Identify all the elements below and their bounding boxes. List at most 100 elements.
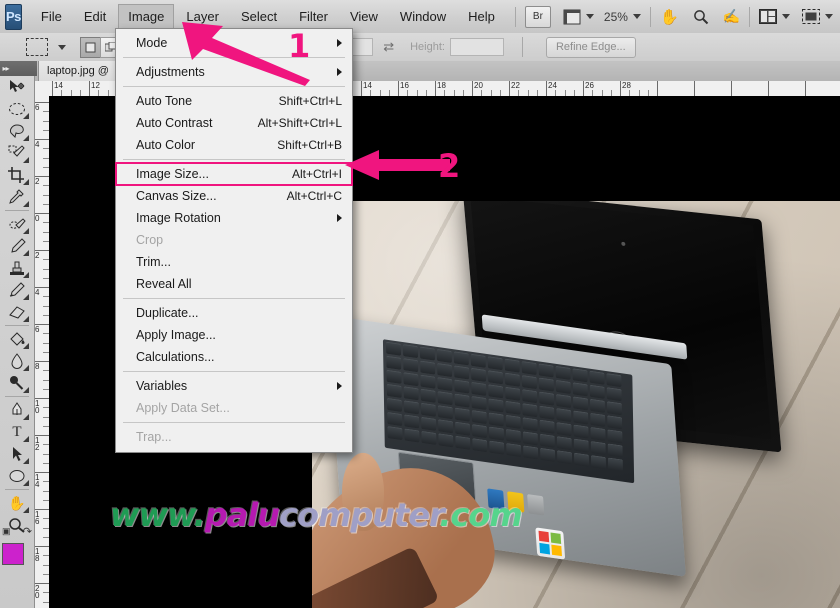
ruler-label: 14 (54, 81, 63, 90)
ruler-label: 12 (91, 81, 100, 90)
menu-item-trim[interactable]: Trim... (116, 251, 352, 273)
crop-tool-icon[interactable] (4, 164, 30, 186)
ruler-label: 12 (35, 436, 40, 452)
view-extras-icon[interactable] (563, 9, 581, 25)
height-label: Height: (410, 41, 445, 53)
ruler-tick (731, 81, 732, 96)
menu-help[interactable]: Help (458, 4, 505, 30)
menu-item-apply-image[interactable]: Apply Image... (116, 324, 352, 346)
path-selection-tool-icon[interactable] (4, 443, 30, 465)
menu-item-label: Calculations... (136, 350, 215, 364)
divider (5, 396, 29, 397)
menu-divider (123, 371, 345, 372)
menu-item-calculations[interactable]: Calculations... (116, 346, 352, 368)
menu-file[interactable]: File (31, 4, 72, 30)
menu-item-canvas-size[interactable]: Canvas Size... Alt+Ctrl+C (116, 185, 352, 207)
zoom-level-chevron-down-icon[interactable] (632, 14, 641, 19)
ruler-label: 2 (35, 251, 40, 260)
collapse-panel-icon[interactable]: ▸▸ (0, 61, 37, 76)
menu-item-auto-color[interactable]: Auto Color Shift+Ctrl+B (116, 134, 352, 156)
zoom-tool-icon[interactable] (693, 9, 709, 25)
clone-stamp-tool-icon[interactable] (4, 257, 30, 279)
windows-logo-sticker (535, 527, 566, 560)
ruler-tick (694, 81, 695, 96)
divider (5, 325, 29, 326)
swap-dimensions-icon[interactable]: ⇄ (383, 39, 394, 55)
menu-item-label: Auto Contrast (136, 116, 213, 130)
eraser-tool-icon[interactable] (4, 301, 30, 323)
zoom-level-value[interactable]: 25% (604, 10, 628, 24)
screen-mode-icon[interactable] (802, 9, 821, 24)
rectangular-marquee-tool-icon[interactable] (26, 38, 48, 56)
menu-image[interactable]: Image (118, 3, 175, 30)
pen-tool-icon[interactable] (4, 399, 30, 421)
view-extras-chevron-down-icon[interactable] (585, 14, 594, 19)
dodge-tool-icon[interactable] (4, 372, 30, 394)
menu-item-auto-contrast[interactable]: Auto Contrast Alt+Shift+Ctrl+L (116, 112, 352, 134)
default-colors-icon[interactable]: ▣ (2, 526, 11, 537)
swap-colors-icon[interactable]: ↷ (23, 525, 32, 538)
brush-tool-icon[interactable] (4, 235, 30, 257)
paint-bucket-tool-icon[interactable] (4, 328, 30, 350)
history-brush-tool-icon[interactable] (4, 279, 30, 301)
ruler-label: 18 (35, 547, 40, 563)
annotation-arrow-2 (345, 150, 450, 180)
move-tool-icon[interactable] (4, 76, 30, 98)
ruler-tick (768, 81, 769, 96)
type-tool-icon[interactable]: T (4, 421, 30, 443)
ruler-label: 20 (474, 81, 483, 90)
screen-mode-chevron-down-icon[interactable] (825, 14, 834, 19)
menu-item-label: Apply Image... (136, 328, 216, 342)
ruler-label: 4 (35, 288, 40, 297)
watermark-part-palu: palu (204, 496, 280, 534)
menu-item-image-rotation[interactable]: Image Rotation (116, 207, 352, 229)
menu-item-duplicate[interactable]: Duplicate... (116, 302, 352, 324)
hand-tool-icon[interactable]: ✋ (4, 492, 30, 514)
tool-preset-chevron-down-icon[interactable] (58, 44, 66, 50)
watermark-part-computer: computer (279, 496, 440, 534)
submenu-arrow-icon (337, 382, 342, 390)
menu-item-variables[interactable]: Variables (116, 375, 352, 397)
lasso-tool-icon[interactable] (4, 120, 30, 142)
ruler-label: 8 (35, 362, 40, 371)
menu-item-label: Image Size... (136, 167, 209, 181)
divider (514, 6, 516, 27)
ruler-label: 18 (437, 81, 446, 90)
menu-divider (123, 422, 345, 423)
document-tab-laptop[interactable]: laptop.jpg @ (38, 61, 118, 81)
hand-tool-icon[interactable]: ✋ (660, 8, 679, 26)
rotate-view-tool-icon[interactable]: ✍ (723, 8, 740, 25)
menu-item-label: Auto Tone (136, 94, 193, 108)
menu-item-reveal-all[interactable]: Reveal All (116, 273, 352, 295)
quick-selection-tool-icon[interactable] (4, 142, 30, 164)
menu-divider (123, 298, 345, 299)
ruler-label: 2 (35, 177, 40, 186)
ellipse-tool-icon[interactable] (4, 465, 30, 487)
menu-window[interactable]: Window (390, 4, 456, 30)
vertical-ruler[interactable]: 6 4 2 0 2 4 6 8 10 12 14 16 18 20 (34, 96, 50, 608)
new-selection-button[interactable] (80, 36, 101, 58)
elliptical-marquee-tool-icon[interactable] (4, 98, 30, 120)
arrange-documents-chevron-down-icon[interactable] (782, 14, 791, 19)
height-input[interactable] (449, 38, 504, 56)
refine-edge-button[interactable]: Refine Edge... (545, 36, 636, 58)
blur-tool-icon[interactable] (4, 350, 30, 372)
divider (5, 489, 29, 490)
menu-divider (123, 86, 345, 87)
image-menu-dropdown[interactable]: Mode Adjustments Auto Tone Shift+Ctrl+L Auto… (115, 28, 353, 453)
menu-item-label: Trim... (136, 255, 171, 269)
silver-sticker (527, 494, 545, 516)
spot-healing-brush-tool-icon[interactable] (4, 213, 30, 235)
launch-bridge-button[interactable]: Br (524, 5, 551, 28)
eyedropper-tool-icon[interactable] (4, 186, 30, 208)
arrange-documents-icon[interactable] (759, 9, 778, 24)
annotation-arrow-1 (182, 22, 310, 86)
foreground-color-swatch[interactable] (2, 543, 24, 565)
menu-item-image-size[interactable]: Image Size... Alt+Ctrl+I (115, 162, 353, 186)
menu-view[interactable]: View (340, 4, 388, 30)
watermark-part-www: www. (110, 496, 206, 534)
ruler-label: 4 (35, 140, 40, 149)
menu-item-auto-tone[interactable]: Auto Tone Shift+Ctrl+L (116, 90, 352, 112)
menu-edit[interactable]: Edit (74, 4, 116, 30)
wrist-sleeve (312, 545, 440, 608)
